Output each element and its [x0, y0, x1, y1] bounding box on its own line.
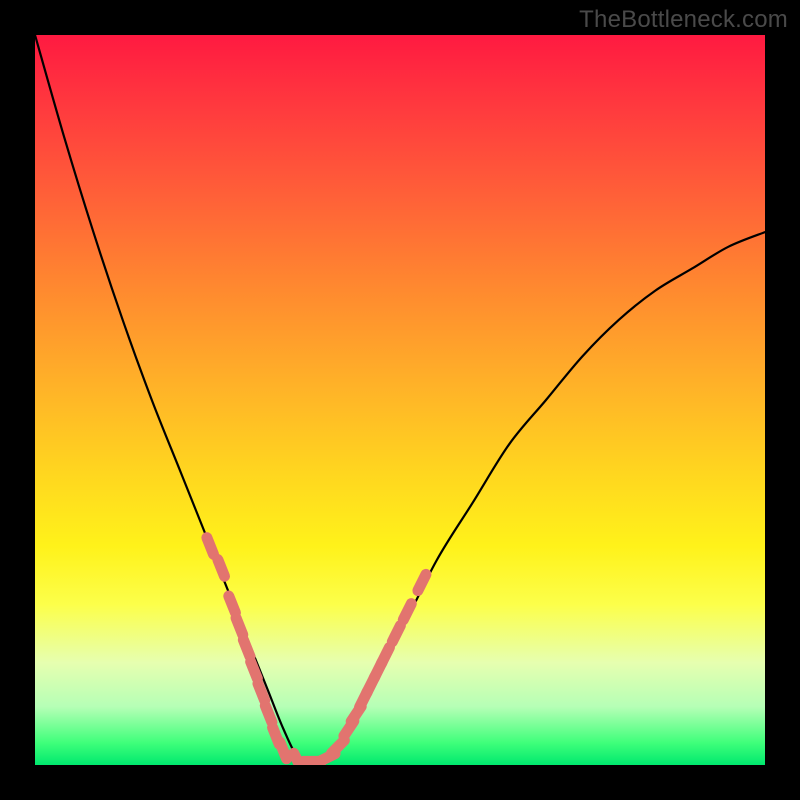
- highlight-dash: [418, 574, 426, 590]
- highlight-dash: [265, 706, 272, 723]
- chart-frame: TheBottleneck.com: [0, 0, 800, 800]
- watermark-text: TheBottleneck.com: [579, 6, 788, 34]
- bottleneck-curve-path: [35, 35, 765, 765]
- marker-group: [207, 538, 426, 765]
- highlight-dash: [258, 684, 265, 701]
- plot-area: [35, 35, 765, 765]
- highlight-dash: [280, 742, 287, 759]
- highlight-dash: [403, 604, 411, 620]
- highlight-dash: [332, 740, 345, 753]
- highlight-dash: [207, 538, 214, 555]
- bottleneck-curve-svg: [35, 35, 765, 765]
- highlight-dash: [218, 560, 225, 577]
- highlight-dash: [381, 647, 389, 663]
- highlight-dash: [236, 618, 243, 635]
- highlight-dash: [251, 662, 258, 679]
- curve-group: [35, 35, 765, 765]
- highlight-dash: [229, 596, 236, 613]
- highlight-dash: [392, 626, 400, 642]
- highlight-dash: [243, 640, 250, 657]
